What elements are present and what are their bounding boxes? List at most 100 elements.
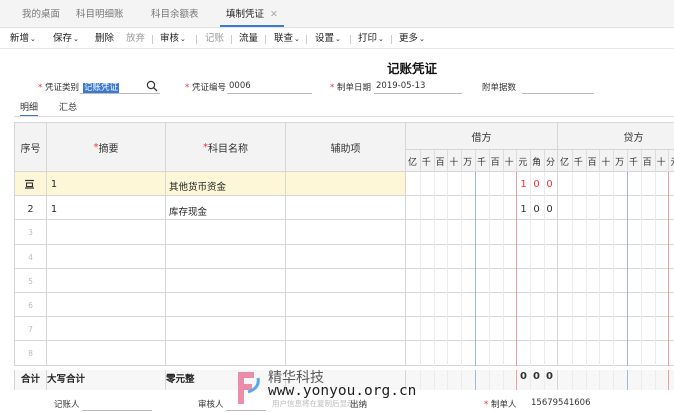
digit-divider [475,172,476,197]
row-2-account[interactable]: 库存现金 [169,204,207,218]
grid-cell[interactable] [558,341,674,366]
new-label: 新增 [10,33,30,44]
credit-unit-6: 百 [642,158,652,168]
digit-divider [544,268,545,293]
grid-cell[interactable] [558,196,674,221]
cashflow-label: 流量 [239,33,259,44]
grid-cell[interactable] [286,196,406,221]
digit-divider [447,220,449,245]
grid-cell[interactable] [406,341,558,366]
grid-cell[interactable] [286,317,406,342]
post-button[interactable]: 记账 [205,33,224,45]
cashflow-button[interactable]: 流量 [239,33,258,45]
total-big-value: 零元整 [166,374,195,385]
required-mark: * [185,83,190,93]
voucher-date-field[interactable]: 2019-05-13 [376,81,425,91]
digit-divider [530,341,532,366]
grid-cell[interactable] [406,293,558,318]
grid-cell[interactable] [558,244,674,269]
grid-cell[interactable] [406,268,558,293]
tab-label: 科目余额表 [151,9,199,20]
digit-divider [613,244,615,269]
debit-unit-3: 十 [449,158,459,168]
voucher-entry-grid: 序号 * 摘要 * 科目名称 辅助项 借方 贷方 亿千百十万千百十元角分亿千百十万千… [14,122,674,390]
row-2-summary[interactable]: 1 [51,204,57,215]
digit-divider [613,268,615,293]
more-button[interactable]: 更多⌄ [399,33,425,45]
row-1-summary[interactable]: 1 [51,179,57,190]
row-6-seq: 6 [28,301,33,310]
digit-divider [627,244,628,269]
attachment-count-field[interactable] [522,93,594,94]
grid-cell[interactable] [166,268,286,293]
tab-detail[interactable]: 明细 [20,100,39,117]
tab-account-balance[interactable]: 科目余额表 [151,7,199,27]
grid-cell[interactable] [558,268,674,293]
save-button[interactable]: 保存⌄ [53,33,79,45]
grid-cell[interactable] [558,317,674,342]
grid-cell[interactable] [406,317,558,342]
grid-cell[interactable] [47,268,166,293]
digit-divider [419,341,421,366]
grid-cell[interactable] [47,220,166,245]
tab-my-desktop[interactable]: 我的桌面 [22,7,60,27]
settings-button[interactable]: 设置⌄ [315,33,341,45]
grid-cell[interactable] [166,220,286,245]
print-button[interactable]: 打印⌄ [358,33,384,45]
grid-cell[interactable] [47,196,166,221]
grid-cell[interactable] [47,317,166,342]
tab-account-detail[interactable]: 科目明细账 [76,7,124,27]
link-label: 联查 [274,33,294,44]
digit-divider [627,268,628,293]
grid-cell[interactable] [286,172,406,197]
grid-cell[interactable] [166,341,286,366]
debit-unit-4: 万 [463,158,473,168]
close-icon[interactable]: ✕ [270,9,278,20]
digit-divider [613,341,615,366]
new-button[interactable]: 新增⌄ [10,33,36,45]
digit-divider [461,317,463,342]
grid-cell[interactable] [406,220,558,245]
digit-divider [447,196,449,221]
digit-divider [433,369,435,390]
digit-divider [585,268,587,293]
digit-divider [544,220,545,245]
digit-divider [640,268,642,293]
credit-unit-0: 亿 [559,158,569,168]
grid-cell[interactable] [286,341,406,366]
tab-summary[interactable]: 汇总 [59,100,77,113]
link-query-button[interactable]: 联查⌄ [274,33,300,45]
grid-cell[interactable] [47,293,166,318]
tab-label: 我的桌面 [22,9,61,20]
delete-button[interactable]: 删除 [95,33,114,45]
grid-cell[interactable] [166,293,286,318]
voucher-type-field[interactable]: 记账凭证 [83,81,120,93]
grid-cell[interactable] [166,317,286,342]
abandon-button[interactable]: 放弃 [126,33,145,45]
audit-button[interactable]: 审核⌄ [160,33,186,45]
grid-cell[interactable] [558,172,674,197]
account-header-text: 科目名称 [208,143,248,155]
abandon-label: 放弃 [126,33,146,44]
grid-cell[interactable] [558,220,674,245]
row-1-account[interactable]: 其他货币资金 [169,179,226,193]
grid-cell[interactable] [406,244,558,269]
tab-fill-voucher[interactable]: 填制凭证 ✕ [220,7,284,27]
required-mark: * [38,83,43,93]
voucher-number-field[interactable]: 0006 [229,81,251,91]
grid-cell[interactable] [286,244,406,269]
row-insert-icon[interactable] [24,179,35,189]
grid-cell[interactable] [47,341,166,366]
grid-cell[interactable] [286,220,406,245]
grid-cell[interactable] [47,244,166,269]
digit-divider [571,268,573,293]
digit-divider [544,317,545,342]
grid-cell[interactable] [166,244,286,269]
search-icon[interactable] [146,80,158,92]
grid-cell[interactable] [286,293,406,318]
grid-cell[interactable] [286,268,406,293]
digit-divider [433,317,435,342]
column-header-account: * 科目名称 [166,122,286,172]
grid-cell[interactable] [47,172,166,197]
grid-cell[interactable] [558,293,674,318]
